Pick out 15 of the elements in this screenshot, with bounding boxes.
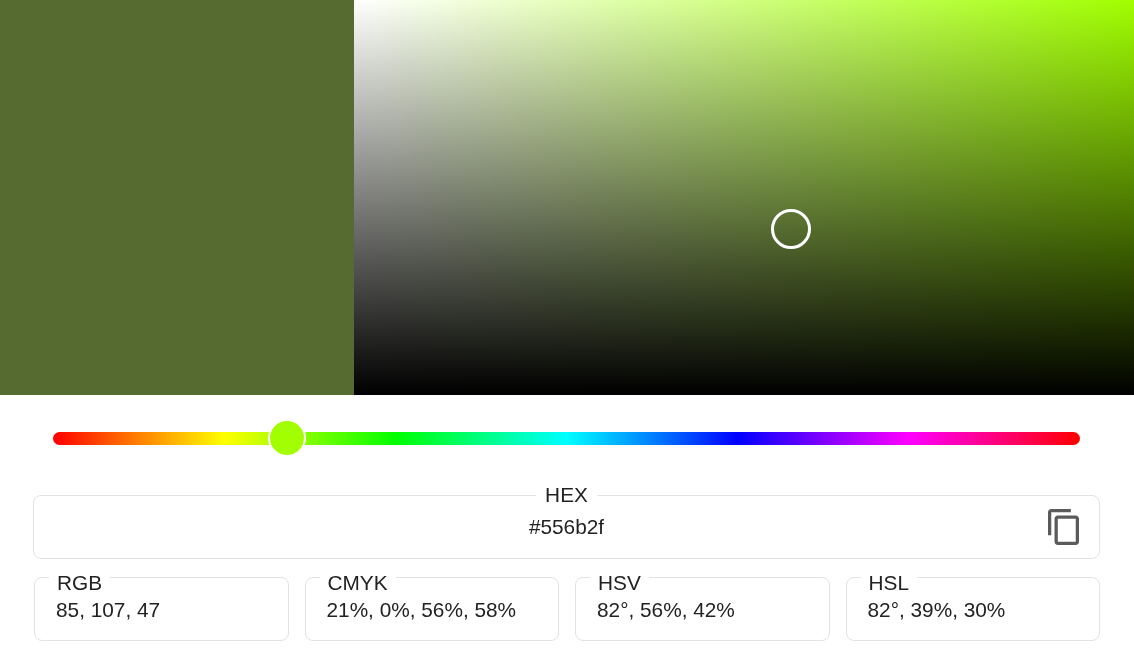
field-label: CMYK: [327, 571, 388, 594]
picker-handle[interactable]: [771, 209, 812, 250]
copy-button[interactable]: [1048, 509, 1079, 545]
hex-value-input[interactable]: #556b2f: [85, 514, 1048, 540]
field-label: HSV: [598, 571, 641, 594]
field-label: RGB: [57, 571, 103, 594]
color-value-input[interactable]: 85, 107, 47: [49, 597, 274, 623]
color-gradient-area[interactable]: [354, 0, 1134, 395]
color-value-input[interactable]: 82°, 56%, 42%: [590, 597, 815, 623]
field-label: HSL: [868, 571, 909, 594]
copy-icon: [1048, 509, 1079, 545]
field-label: HEX: [545, 483, 588, 506]
color-value-input[interactable]: 21%, 0%, 56%, 58%: [319, 597, 544, 623]
color-value-input[interactable]: 82°, 39%, 30%: [860, 597, 1085, 623]
hue-slider-track[interactable]: [53, 419, 1080, 457]
